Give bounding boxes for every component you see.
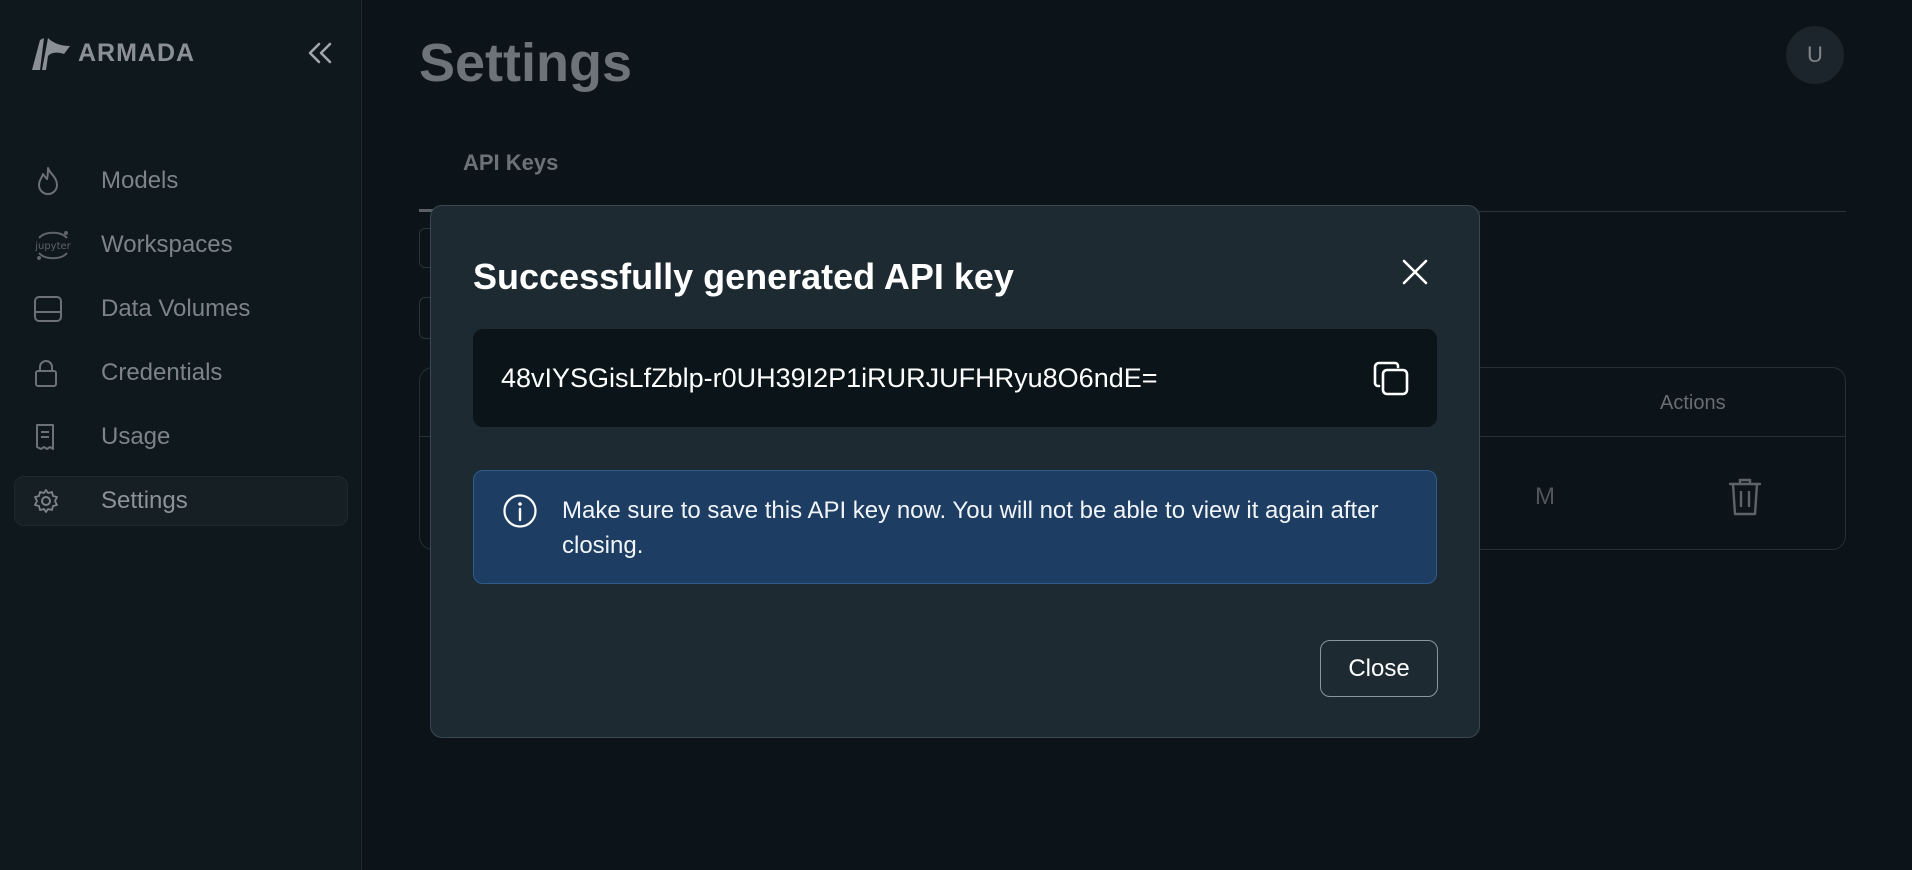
- collapse-sidebar-button[interactable]: [300, 36, 340, 70]
- sidebar-item-label: Data Volumes: [101, 295, 251, 322]
- api-key-value[interactable]: 48vIYSGisLfZblp-r0UH39I2P1iRURJUFHRyu8O6…: [501, 363, 1158, 394]
- info-alert: Make sure to save this API key now. You …: [473, 470, 1437, 584]
- gear-icon: [33, 486, 73, 516]
- modal-title: Successfully generated API key: [473, 256, 1014, 297]
- info-icon: [503, 494, 537, 528]
- sidebar-item-label: Usage: [101, 423, 171, 450]
- sidebar-item-workspaces[interactable]: jupyter Workspaces: [14, 220, 348, 270]
- sidebar-item-usage[interactable]: Usage: [14, 412, 348, 462]
- close-button[interactable]: Close: [1320, 640, 1438, 697]
- jupyter-icon: jupyter: [33, 230, 73, 260]
- trash-icon: [1728, 478, 1762, 516]
- tab-api-keys[interactable]: API Keys: [463, 150, 558, 176]
- close-icon: [1402, 259, 1428, 285]
- avatar[interactable]: U: [1786, 26, 1844, 84]
- copy-key-button[interactable]: [1371, 359, 1413, 399]
- modal-close-button[interactable]: [1397, 254, 1433, 290]
- sidebar-item-credentials[interactable]: Credentials: [14, 348, 348, 398]
- armada-logo[interactable]: ARMADA: [28, 34, 195, 72]
- sidebar-item-data-volumes[interactable]: Data Volumes: [14, 284, 348, 334]
- info-message: Make sure to save this API key now. You …: [562, 497, 1379, 559]
- api-key-display: 48vIYSGisLfZblp-r0UH39I2P1iRURJUFHRyu8O6…: [473, 329, 1437, 427]
- hard-drive-icon: [33, 294, 73, 324]
- api-key-modal: Successfully generated API key 48vIYSGis…: [430, 205, 1480, 738]
- lock-icon: [33, 358, 73, 388]
- brand-name: ARMADA: [78, 38, 196, 67]
- sidebar-item-label: Credentials: [101, 359, 223, 386]
- flame-icon: [33, 166, 73, 196]
- sidebar-nav: Models jupyter Workspaces Data Volumes C…: [14, 156, 348, 540]
- column-header-actions: Actions: [1660, 392, 1726, 414]
- delete-key-button[interactable]: [1726, 476, 1764, 518]
- receipt-icon: [33, 422, 73, 452]
- sidebar-item-models[interactable]: Models: [14, 156, 348, 206]
- sidebar-item-settings[interactable]: Settings: [14, 476, 348, 526]
- chevrons-left-icon: [308, 42, 332, 64]
- table-cell-date: M: [1535, 483, 1555, 510]
- sidebar-item-label: Workspaces: [101, 231, 233, 258]
- sidebar: ARMADA Models jupyter Workspaces Data Vo…: [0, 0, 362, 870]
- sidebar-item-label: Settings: [101, 487, 188, 514]
- svg-text:jupyter: jupyter: [34, 241, 71, 252]
- page-title: Settings: [419, 33, 633, 93]
- copy-icon: [1373, 361, 1409, 396]
- sidebar-item-label: Models: [101, 167, 179, 194]
- armada-logo-icon: [32, 38, 70, 70]
